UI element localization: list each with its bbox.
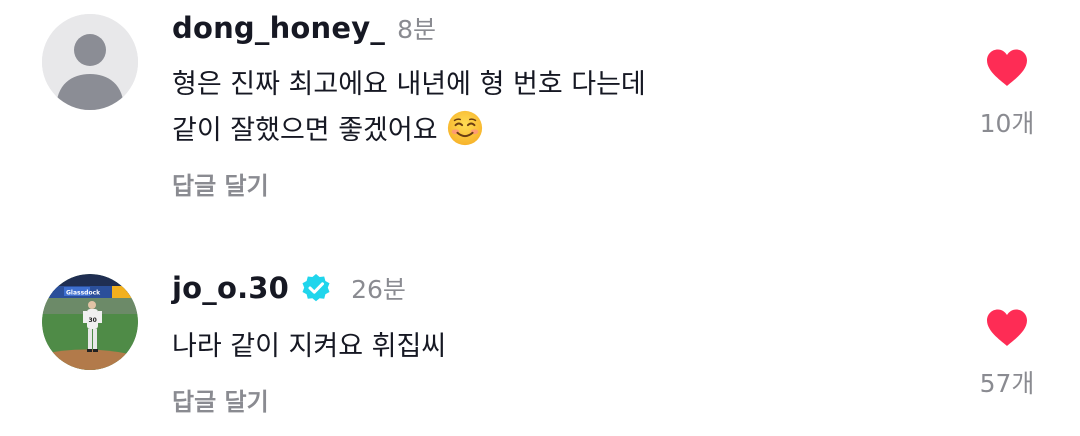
like-button[interactable]: 57개: [970, 308, 1044, 400]
avatar[interactable]: [42, 14, 138, 110]
comment-text: 나라 같이 지켜요 휘집씨: [172, 324, 446, 370]
timestamp: 26분: [351, 275, 406, 304]
comment-line: 형은 진짜 최고에요 내년에 형 번호 다는데: [172, 69, 646, 100]
like-button[interactable]: 10개: [970, 48, 1044, 140]
reply-button[interactable]: 답글 달기: [172, 166, 269, 201]
smiling-face-icon: [447, 110, 482, 146]
comment-line: 나라 같이 지켜요 휘집씨: [172, 331, 447, 362]
username[interactable]: dong_honey_: [172, 11, 385, 45]
like-count: 10개: [979, 109, 1035, 138]
user-photo: Glassdock 30: [42, 274, 138, 370]
default-user-icon: [42, 14, 138, 110]
verified-badge-icon: [302, 274, 330, 302]
comment-line-2: 같이 잘했으면 좋겠어요: [172, 108, 646, 154]
comment-header: dong_honey_ 8분: [172, 10, 436, 46]
reply-button[interactable]: 답글 달기: [172, 382, 269, 417]
jersey-number: 30: [89, 317, 97, 324]
heart-icon[interactable]: [985, 308, 1029, 348]
timestamp: 8분: [397, 15, 436, 44]
like-count: 57개: [979, 369, 1035, 398]
comment-text: 형은 진짜 최고에요 내년에 형 번호 다는데 같이 잘했으면 좋겠어요: [172, 62, 646, 154]
comment-line-text: 같이 잘했으면 좋겠어요: [172, 115, 438, 146]
comment-item: Glassdock 30 jo_o.30 26분 나라 같이 지켜요 휘집씨 답…: [0, 258, 1080, 436]
heart-icon[interactable]: [985, 48, 1029, 88]
comment-header: jo_o.30 26분: [172, 270, 406, 306]
username[interactable]: jo_o.30: [172, 271, 289, 305]
avatar-banner-text: Glassdock: [66, 290, 101, 297]
avatar[interactable]: Glassdock 30: [42, 274, 138, 370]
comment-item: dong_honey_ 8분 형은 진짜 최고에요 내년에 형 번호 다는데 같…: [0, 0, 1080, 220]
